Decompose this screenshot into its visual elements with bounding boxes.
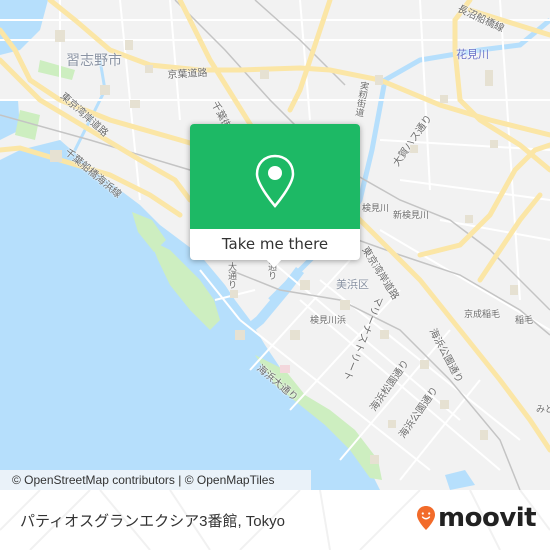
map-label-narashino: 習志野市 (66, 53, 122, 69)
map-label-inage-station: 稲毛 (515, 316, 534, 326)
place-name: パティオスグランエクシア3番館, Tokyo (20, 513, 285, 530)
map-view[interactable]: 習志野市 美浜区 京葉道路 東京湾岸道路 東京湾岸道路 千葉船橋海浜線 千葉街道… (0, 0, 550, 490)
map-label-kemigawahama-station: 検見川浜 (310, 316, 347, 326)
take-me-there-button[interactable]: Take me there (190, 229, 360, 260)
location-pin-icon (255, 154, 295, 208)
map-label-hanami-river: 花見川 (456, 48, 489, 61)
map-attribution[interactable]: © OpenStreetMap contributors | © OpenMap… (0, 470, 311, 490)
map-label-kemigawa-station: 検見川 (362, 204, 390, 214)
map-label-mihama-ward: 美浜区 (336, 278, 369, 291)
moovit-wordmark: moovit (438, 503, 537, 533)
moovit-logo[interactable]: moovit (416, 502, 537, 534)
map-label-keisei-inage-station: 京成稲毛 (464, 310, 501, 320)
map-label-keiyo-road: 京葉道路 (167, 67, 208, 81)
map-label-midori: みど (536, 405, 550, 415)
popup-header (190, 124, 360, 229)
map-label-odori-left: 大通り (226, 262, 236, 289)
moovit-pin-icon (417, 506, 435, 530)
map-label-shin-kemigawa-station: 新検見川 (393, 211, 430, 221)
popup-pointer (265, 258, 283, 268)
footer: パティオスグランエクシア3番館, Tokyo moovit (0, 490, 550, 550)
location-popup[interactable]: Take me there (190, 124, 360, 268)
